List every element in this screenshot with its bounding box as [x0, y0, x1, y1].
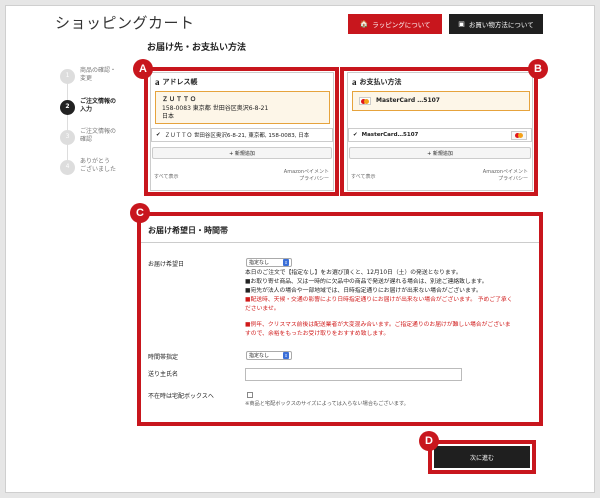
shopping-guide-label: お買い物方法について [468, 21, 534, 29]
amazon-logo-icon: a [155, 77, 160, 87]
note-5b: すので、余裕をもったお受け取りをおすすめ致します。 [245, 330, 390, 337]
delivery-date-label: お届け希望日 [148, 261, 185, 268]
add-payment-button[interactable]: + 新規追加 [349, 147, 531, 159]
address-book-widget: a アドレス帳 ＺＵＴＴＯ 158-0083 東京都 世田谷区奥沢6-8-21 … [150, 72, 334, 191]
delivery-notes: 本日のご注文で【指定なし】をお選び頂くと、12月10日（土）の発送となります。 … [245, 269, 513, 339]
sender-name-label: 送り主氏名 [148, 371, 179, 378]
mastercard-icon [359, 97, 371, 105]
privacy-line-1: Amazonペイメント [482, 169, 528, 175]
address-name: ＺＵＴＴＯ [162, 96, 198, 103]
selected-card-text: MasterCard …5107 [376, 96, 440, 104]
address-book-title: アドレス帳 [162, 78, 198, 86]
address-line: 158-0083 東京都 世田谷区奥沢6-8-21 [162, 104, 269, 112]
updown-icon: ⇕ [283, 352, 289, 359]
show-all-payments-link[interactable]: すべて表示 [351, 173, 375, 180]
selected-payment[interactable]: MasterCard …5107 [352, 91, 530, 111]
delivery-title: お届け希望日・時間帯 [148, 226, 228, 235]
gift-icon: 🏠 [359, 20, 369, 28]
amazon-privacy-link[interactable]: Amazonペイメント プライバシー [483, 169, 528, 183]
payment-option[interactable]: ✔ MasterCard…5107 [348, 128, 532, 142]
step-2: 2 ご注文情報の 入力 [60, 98, 116, 115]
selected-address[interactable]: ＺＵＴＴＯ 158-0083 東京都 世田谷区奥沢6-8-21 日本 [155, 91, 330, 124]
badge-b: B [528, 59, 548, 79]
check-icon: ✔ [353, 132, 358, 138]
note-4: ■配送時、天候・交通の影響により日時指定通りにお届けが出来ない場合がございます。… [245, 296, 513, 303]
sender-name-input[interactable] [245, 368, 462, 381]
privacy-line-1: Amazonペイメント [283, 169, 329, 175]
delivery-section: お届け希望日・時間帯 お届け希望日 指定なし ⇕ 本日のご注文で【指定なし】をお… [141, 216, 539, 422]
address-option[interactable]: ✔ ＺＵＴＴＯ 世田谷区奥沢6-8-21, 東京都, 158-0083, 日本 [151, 128, 333, 142]
step-number: 1 [60, 69, 75, 84]
payment-method-widget: a お支払い方法 MasterCard …5107 ✔ MasterCard…5… [347, 72, 533, 191]
badge-d: D [419, 431, 439, 451]
note-2: ■お取り寄せ商品、又は一時的に欠品中の商品で発送が遅れる場合は、別途ご連絡致しま… [245, 278, 488, 285]
show-all-addresses-link[interactable]: すべて表示 [154, 173, 178, 180]
address-country: 日本 [162, 113, 175, 121]
step-label: 商品の確認・ 変更 [80, 67, 117, 83]
note-3: ■宛先が法人の場合や一部地域では、日時指定通りにお届けが出来ない場合がございます… [245, 287, 482, 294]
step-number: 3 [60, 130, 75, 145]
updown-icon: ⇕ [283, 259, 289, 266]
amazon-logo-icon: a [352, 77, 357, 87]
amazon-privacy-link[interactable]: Amazonペイメント プライバシー [284, 169, 329, 183]
delivery-date-value: 指定なし [249, 260, 270, 266]
add-address-button[interactable]: + 新規追加 [152, 147, 332, 159]
step-connector [67, 82, 68, 164]
step-label: ありがとう ございました [80, 158, 117, 174]
wrapping-info-label: ラッピングについて [372, 21, 431, 29]
delivery-time-value: 指定なし [249, 353, 270, 359]
delivery-box-label: 不在時は宅配ボックスへ [148, 393, 214, 400]
delivery-box-checkbox[interactable] [247, 392, 253, 398]
next-button[interactable]: 次に進む [434, 446, 530, 468]
divider [141, 242, 539, 243]
payment-title: お支払い方法 [359, 78, 402, 86]
note-5: ■例年、クリスマス前後は配送業者が大変混み合います。ご指定通りのお届けが難しい場… [245, 321, 511, 328]
privacy-line-2: プライバシー [299, 176, 329, 182]
address-option-text: ＺＵＴＴＯ 世田谷区奥沢6-8-21, 東京都, 158-0083, 日本 [164, 133, 310, 139]
mastercard-icon [511, 130, 527, 140]
note-4b: ださいませ。 [245, 305, 280, 312]
step-label: ご注文情報の 入力 [80, 98, 117, 114]
cart-icon: ▣ [458, 20, 465, 28]
page-title: ショッピングカート [55, 14, 195, 32]
wrapping-info-button[interactable]: 🏠 ラッピングについて [348, 14, 442, 34]
step-3: 3 ご注文情報の 確認 [60, 128, 116, 145]
payment-option-text: MasterCard…5107 [361, 132, 419, 138]
step-number: 4 [60, 160, 75, 175]
privacy-line-2: プライバシー [498, 176, 528, 182]
step-1: 1 商品の確認・ 変更 [60, 67, 116, 84]
note-1: 本日のご注文で【指定なし】をお選び頂くと、12月10日（土）の発送となります。 [245, 270, 462, 276]
delivery-time-select[interactable]: 指定なし ⇕ [246, 351, 292, 360]
section-subtitle: お届け先・お支払い方法 [147, 43, 247, 53]
shopping-guide-button[interactable]: ▣ お買い物方法について [449, 14, 543, 34]
step-4: 4 ありがとう ございました [60, 158, 116, 175]
delivery-date-select[interactable]: 指定なし ⇕ [246, 258, 292, 267]
step-number: 2 [60, 100, 75, 115]
badge-c: C [130, 203, 150, 223]
check-icon: ✔ [156, 132, 161, 138]
address-book-header: a アドレス帳 [155, 77, 198, 87]
badge-a: A [133, 59, 153, 79]
payment-header: a お支払い方法 [352, 77, 402, 87]
delivery-time-label: 時間帯指定 [148, 354, 179, 361]
step-label: ご注文情報の 確認 [80, 128, 117, 144]
delivery-box-note: ※商品と宅配ボックスのサイズによっては入らない場合もございます。 [245, 401, 409, 407]
